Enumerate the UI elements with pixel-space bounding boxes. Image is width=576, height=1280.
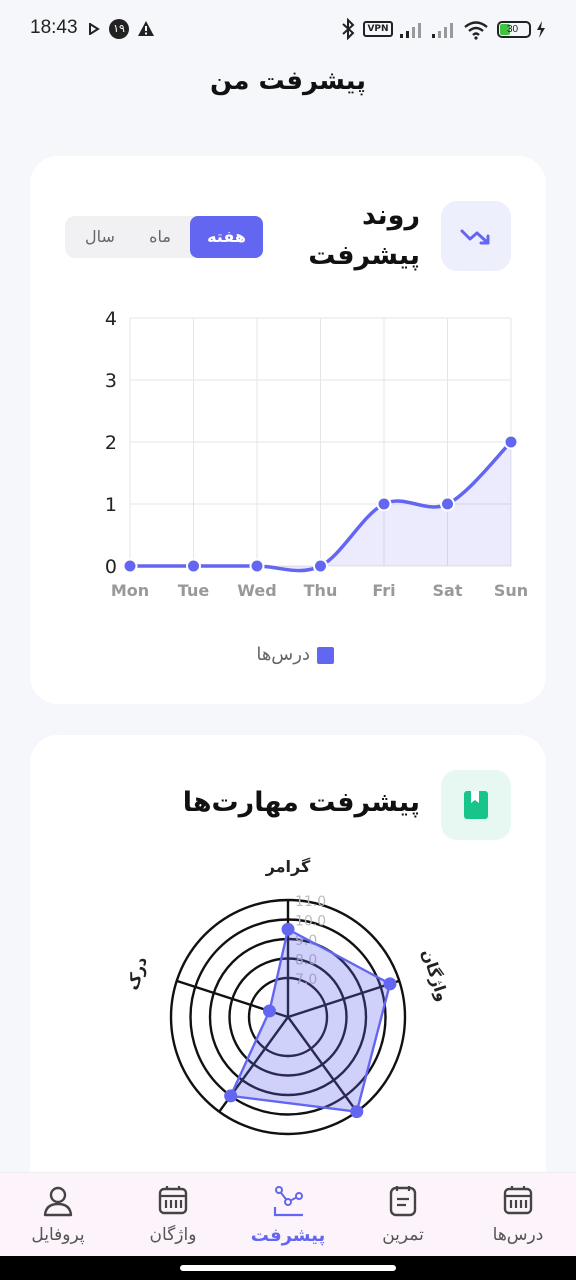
exercise-icon [389,1186,417,1217]
nav-label-profile: پروفایل [31,1225,85,1245]
vpn-badge: VPN [363,21,393,37]
y-tick-label: 2 [105,432,117,454]
x-tick-label: Thu [304,581,338,600]
skills-progress-card: پیشرفت مهارت‌ها 7.0 8.0 9.0 10.0 11.0 گرامر وا… [30,735,546,1195]
wifi-icon [464,21,488,40]
battery-level: 30 [507,24,519,35]
x-tick-label: Tue [178,581,210,600]
bluetooth-icon [342,18,355,40]
data-point [186,558,201,574]
nav-label-progress: پیشرفت [250,1225,326,1246]
legend-swatch [317,647,334,664]
radar-point [262,1004,276,1018]
status-bar: 18:43 ۱۹ VPN 30 [0,0,576,60]
vpn-label: VPN [367,24,389,34]
radar-axis-label: گرامر [265,857,311,876]
notification-badge: ۱۹ [109,19,129,39]
radar-point [281,922,295,936]
page-title: پیشرفت من [209,66,367,96]
nav-label-exercise: تمرین [382,1225,424,1245]
nav-label-vocabulary: واژگان [149,1225,197,1245]
data-point [249,558,265,574]
radar-area [228,927,392,1113]
progress-line-chart: 0 1 2 3 4 Mon Tue Wed Thu Fri Sat Sun [105,308,528,600]
battery-indicator: 30 [497,21,531,38]
x-tick-label: Mon [111,581,149,600]
home-indicator[interactable] [180,1265,396,1271]
data-point [503,434,519,450]
y-tick-label: 3 [105,370,117,392]
nav-item-vocabulary[interactable]: واژگان [123,1173,223,1257]
x-tick-label: Wed [237,581,276,600]
radar-axis-label: درک [123,954,152,992]
signal-icon-1 [400,23,421,38]
nav-label-lessons: درس‌ها [492,1225,544,1245]
x-tick-label: Sat [433,581,463,600]
nav-item-profile[interactable]: پروفایل [8,1173,108,1257]
nav-item-lessons[interactable]: درس‌ها [468,1173,568,1257]
data-point [440,496,455,512]
vocabulary-icon [158,1186,188,1215]
status-time: 18:43 [30,17,78,38]
nav-item-progress[interactable]: پیشرفت [238,1173,338,1257]
y-tick-label: 0 [105,556,117,578]
charging-icon [537,21,545,38]
user-icon [43,1186,73,1217]
data-point [313,558,328,574]
radar-point [350,1105,364,1119]
play-icon [89,23,100,35]
legend-label: درس‌ها [256,644,310,665]
y-tick-label: 1 [105,494,117,516]
radar-point [224,1089,238,1103]
radar-ring-label: 10.0 [295,914,326,930]
bottom-navigation: پروفایل واژگان پیشرفت تمرین د [0,1172,576,1256]
radar-ring-label: 11.0 [295,894,326,910]
signal-icon-2 [432,23,453,38]
warning-icon [138,21,154,36]
radar-axis-label: واژگان [418,947,453,1004]
x-tick-label: Sun [494,581,528,600]
skills-radar-chart: 7.08.09.010.011.0گرامرواژگاندرک [123,857,453,1136]
data-point [122,558,138,574]
data-point [376,496,392,512]
progress-trend-card: روند پیشرفت هفته ماه سال 0 1 2 3 4 Mon Tue Wed T… [30,156,546,704]
x-tick-label: Fri [372,581,395,600]
lessons-icon [503,1186,533,1215]
progress-icon [273,1186,303,1217]
nav-item-exercise[interactable]: تمرین [353,1173,453,1257]
y-tick-label: 4 [105,308,117,330]
radar-point [383,977,397,991]
